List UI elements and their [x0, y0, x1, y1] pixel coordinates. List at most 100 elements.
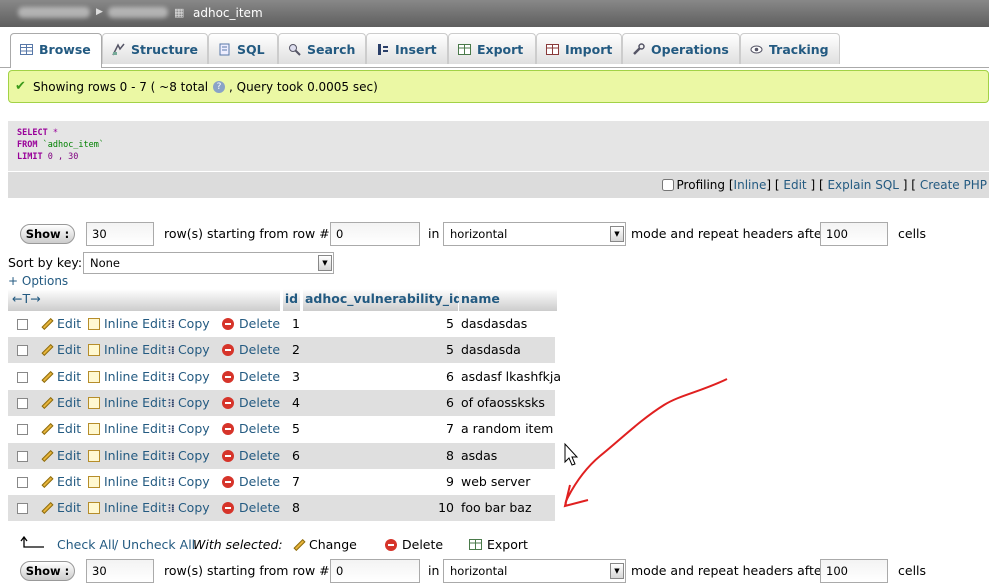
- row-checkbox[interactable]: [17, 476, 28, 488]
- cell-name[interactable]: of ofaossksks: [461, 395, 545, 410]
- rows-count-input-bottom[interactable]: 30: [86, 559, 154, 583]
- export-selected-button[interactable]: Export: [469, 537, 528, 552]
- edit-link[interactable]: Edit: [40, 369, 81, 384]
- cell-id[interactable]: 5: [292, 421, 300, 436]
- cell-adhoc-vulnerability-id[interactable]: 6: [304, 369, 454, 384]
- cell-adhoc-vulnerability-id[interactable]: 8: [304, 448, 454, 463]
- explain-sql-link[interactable]: Explain SQL: [827, 178, 899, 192]
- tab-browse[interactable]: Browse: [10, 33, 102, 68]
- table-row[interactable]: Edit Inline Edit ⫶⁞ Copy Delete 5 7 a random it…: [8, 416, 555, 443]
- cell-name[interactable]: asdasf lkashfkja: [461, 369, 561, 384]
- check-all-link[interactable]: Check All: [57, 537, 115, 552]
- uncheck-all-link[interactable]: Uncheck All: [122, 537, 195, 552]
- table-row[interactable]: Edit Inline Edit ⫶⁞ Copy Delete 7 9 web server: [8, 468, 555, 495]
- copy-link[interactable]: ⫶⁞ Copy: [168, 369, 210, 385]
- delete-link[interactable]: Delete: [222, 500, 280, 515]
- cell-name[interactable]: asdas: [461, 448, 497, 463]
- delete-link[interactable]: Delete: [222, 421, 280, 436]
- table-row[interactable]: Edit Inline Edit ⫶⁞ Copy Delete 2 5 dasdasda: [8, 337, 555, 364]
- cell-adhoc-vulnerability-id[interactable]: 7: [304, 421, 454, 436]
- options-link[interactable]: + Options: [8, 274, 68, 288]
- inline-edit-link[interactable]: Inline Edit: [88, 316, 166, 331]
- tab-import[interactable]: Import: [536, 33, 622, 64]
- show-button-bottom[interactable]: Show :: [20, 561, 75, 581]
- delete-link[interactable]: Delete: [222, 474, 280, 489]
- copy-link[interactable]: ⫶⁞ Copy: [168, 448, 210, 464]
- column-header-id[interactable]: id: [283, 289, 300, 311]
- start-row-input-bottom[interactable]: 0: [330, 559, 420, 583]
- cell-id[interactable]: 6: [292, 448, 300, 463]
- start-row-input[interactable]: 0: [330, 222, 420, 246]
- inline-edit-link[interactable]: Inline Edit: [88, 500, 166, 515]
- table-row[interactable]: Edit Inline Edit ⫶⁞ Copy Delete 4 6 of ofaossks…: [8, 389, 555, 416]
- cell-name[interactable]: web server: [461, 474, 530, 489]
- server-breadcrumb-redacted[interactable]: [18, 7, 90, 18]
- edit-link[interactable]: Edit: [40, 474, 81, 489]
- row-checkbox[interactable]: [17, 371, 28, 383]
- delete-link[interactable]: Delete: [222, 395, 280, 410]
- delete-selected-button[interactable]: Delete: [385, 537, 443, 552]
- sort-by-key-select[interactable]: None ▼: [83, 252, 334, 274]
- row-checkbox[interactable]: [17, 503, 28, 515]
- database-breadcrumb-redacted[interactable]: [108, 7, 168, 18]
- copy-link[interactable]: ⫶⁞ Copy: [168, 500, 210, 516]
- inline-edit-link[interactable]: Inline Edit: [88, 342, 166, 357]
- edit-link[interactable]: Edit: [40, 316, 81, 331]
- cell-adhoc-vulnerability-id[interactable]: 9: [304, 474, 454, 489]
- column-header-name[interactable]: name: [459, 289, 557, 311]
- copy-link[interactable]: ⫶⁞ Copy: [168, 342, 210, 358]
- cell-name[interactable]: dasdasdas: [461, 316, 527, 331]
- repeat-headers-input-bottom[interactable]: 100: [820, 559, 888, 583]
- cell-adhoc-vulnerability-id[interactable]: 5: [304, 316, 454, 331]
- cell-id[interactable]: 8: [292, 500, 300, 515]
- show-button[interactable]: Show :: [20, 224, 75, 244]
- delete-link[interactable]: Delete: [222, 316, 280, 331]
- tab-structure[interactable]: Structure: [102, 33, 208, 64]
- delete-link[interactable]: Delete: [222, 448, 280, 463]
- table-row[interactable]: Edit Inline Edit ⫶⁞ Copy Delete 1 5 dasdasdas: [8, 311, 555, 337]
- cell-id[interactable]: 1: [292, 316, 300, 331]
- cell-adhoc-vulnerability-id[interactable]: 10: [304, 500, 454, 515]
- table-row[interactable]: Edit Inline Edit ⫶⁞ Copy Delete 3 6 asdasf lkas…: [8, 363, 561, 390]
- tab-sql[interactable]: SQL: [208, 33, 278, 64]
- row-checkbox[interactable]: [17, 424, 28, 436]
- edit-link[interactable]: Edit: [40, 421, 81, 436]
- cell-id[interactable]: 7: [292, 474, 300, 489]
- edit-link[interactable]: Edit: [40, 500, 81, 515]
- table-row[interactable]: Edit Inline Edit ⫶⁞ Copy Delete 6 8 asdas: [8, 442, 555, 469]
- row-checkbox[interactable]: [17, 397, 28, 409]
- edit-link[interactable]: Edit: [40, 395, 81, 410]
- create-php-link[interactable]: Create PHP: [920, 178, 987, 192]
- inline-edit-link[interactable]: Inline Edit: [88, 448, 166, 463]
- cell-adhoc-vulnerability-id[interactable]: 6: [304, 395, 454, 410]
- edit-sql-link[interactable]: Edit: [783, 178, 806, 192]
- cell-name[interactable]: a random item: [461, 421, 553, 436]
- inline-edit-link[interactable]: Inline Edit: [88, 474, 166, 489]
- tab-export[interactable]: Export: [448, 33, 536, 64]
- copy-link[interactable]: ⫶⁞ Copy: [168, 421, 210, 437]
- display-mode-select-bottom[interactable]: horizontal ▼: [443, 559, 626, 583]
- cell-id[interactable]: 3: [292, 369, 300, 384]
- rows-count-input[interactable]: 30: [86, 222, 154, 246]
- edit-link[interactable]: Edit: [40, 448, 81, 463]
- breadcrumb-table[interactable]: adhoc_item: [193, 6, 263, 20]
- tab-insert[interactable]: Insert: [366, 33, 448, 64]
- inline-edit-link[interactable]: Inline Edit: [88, 421, 166, 436]
- help-icon[interactable]: ?: [213, 81, 225, 93]
- column-header-adhoc-vulnerability-id[interactable]: adhoc_vulnerability_id: [303, 289, 462, 311]
- inline-edit-link[interactable]: Inline Edit: [88, 369, 166, 384]
- copy-link[interactable]: ⫶⁞ Copy: [168, 474, 210, 490]
- delete-link[interactable]: Delete: [222, 369, 280, 384]
- repeat-headers-input[interactable]: 100: [820, 222, 888, 246]
- delete-link[interactable]: Delete: [222, 342, 280, 357]
- display-mode-select[interactable]: horizontal ▼: [443, 222, 626, 246]
- cell-name[interactable]: foo bar baz: [461, 500, 532, 515]
- tab-tracking[interactable]: Tracking: [740, 33, 840, 64]
- tab-operations[interactable]: Operations: [622, 33, 740, 64]
- table-row[interactable]: Edit Inline Edit ⫶⁞ Copy Delete 8 10 foo bar ba…: [8, 495, 555, 522]
- cell-name[interactable]: dasdasda: [461, 342, 521, 357]
- row-checkbox[interactable]: [17, 345, 28, 357]
- copy-link[interactable]: ⫶⁞ Copy: [168, 395, 210, 411]
- inline-edit-link[interactable]: Inline Edit: [88, 395, 166, 410]
- inline-link[interactable]: Inline: [734, 178, 767, 192]
